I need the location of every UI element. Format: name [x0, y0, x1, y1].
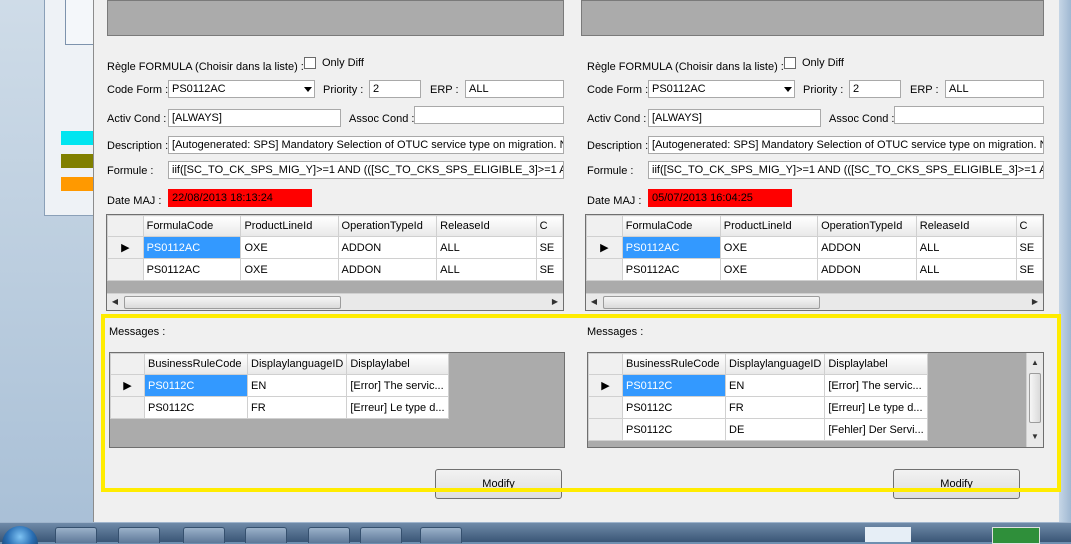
table-row[interactable]: ▶ PS0112AC OXE ADDON ALL SE	[107, 236, 563, 259]
rule-label: Règle FORMULA (Choisir dans la liste) :	[107, 61, 304, 73]
priority-label: Priority :	[803, 84, 844, 96]
code-form-combobox[interactable]: PS0112AC	[648, 80, 795, 98]
erp-field[interactable]: ALL	[945, 80, 1044, 98]
windows-start-icon[interactable]	[2, 526, 38, 544]
priority-label: Priority :	[323, 84, 364, 96]
scroll-right-icon[interactable]: ▶	[1027, 294, 1043, 310]
tray-icon[interactable]	[992, 527, 1040, 544]
col-release-id[interactable]: ReleaseId	[436, 215, 537, 237]
code-form-label: Code Form :	[587, 84, 649, 96]
date-maj-field: 05/07/2013 16:04:25	[648, 189, 792, 207]
table-row[interactable]: PS0112AC OXE ADDON ALL SE	[107, 258, 563, 281]
code-form-label: Code Form :	[107, 84, 169, 96]
only-diff-checkbox[interactable]	[784, 57, 796, 69]
formula-grid-hscrollbar[interactable]: ◀ ▶	[107, 293, 563, 310]
assoc-cond-label: Assoc Cond :	[349, 113, 415, 125]
description-label: Description :	[107, 140, 169, 152]
date-maj-field: 22/08/2013 18:13:24	[168, 189, 312, 207]
col-product-line-id[interactable]: ProductLineId	[240, 215, 339, 237]
code-form-value: PS0112AC	[172, 83, 226, 95]
scroll-thumb[interactable]	[124, 296, 341, 309]
current-row-arrow-icon: ▶	[586, 236, 623, 259]
formula-table: FormulaCode ProductLineId OperationTypeI…	[107, 215, 563, 281]
col-formula-code[interactable]: FormulaCode	[142, 215, 242, 237]
current-row-arrow-icon: ▶	[107, 236, 144, 259]
tray-icon[interactable]	[865, 527, 911, 542]
chevron-down-icon[interactable]	[304, 87, 312, 92]
description-field[interactable]: [Autogenerated: SPS] Mandatory Selection…	[168, 136, 564, 154]
code-form-combobox[interactable]: PS0112AC	[168, 80, 315, 98]
scroll-left-icon[interactable]: ◀	[107, 294, 123, 310]
activ-cond-label: Activ Cond :	[587, 113, 647, 125]
right-top-panel	[581, 0, 1044, 36]
col-product-line-id[interactable]: ProductLineId	[719, 215, 819, 237]
date-maj-label: Date MAJ :	[107, 195, 162, 207]
col-formula-code[interactable]: FormulaCode	[621, 215, 721, 237]
chevron-down-icon[interactable]	[784, 87, 792, 92]
erp-label: ERP :	[910, 84, 939, 96]
only-diff-label: Only Diff	[802, 57, 844, 69]
col-operation-type-id[interactable]: OperationTypeId	[337, 215, 438, 237]
formula-table: FormulaCode ProductLineId OperationTypeI…	[586, 215, 1043, 281]
erp-label: ERP :	[430, 84, 459, 96]
date-maj-label: Date MAJ :	[587, 195, 642, 207]
col-c[interactable]: C	[1015, 215, 1043, 237]
rule-label: Règle FORMULA (Choisir dans la liste) :	[587, 61, 784, 73]
scroll-right-icon[interactable]: ▶	[547, 294, 563, 310]
only-diff-label: Only Diff	[322, 57, 364, 69]
formula-grid[interactable]: FormulaCode ProductLineId OperationTypeI…	[585, 214, 1044, 311]
col-c[interactable]: C	[535, 215, 563, 237]
table-row[interactable]: ▶ PS0112AC OXE ADDON ALL SE	[586, 236, 1043, 259]
assoc-cond-field[interactable]	[414, 106, 564, 124]
taskbar	[0, 522, 1071, 544]
erp-field[interactable]: ALL	[465, 80, 564, 98]
table-row[interactable]: PS0112AC OXE ADDON ALL SE	[586, 258, 1043, 281]
highlight-box	[101, 314, 1061, 492]
code-form-value: PS0112AC	[652, 83, 706, 95]
scroll-left-icon[interactable]: ◀	[586, 294, 602, 310]
left-top-panel	[107, 0, 564, 36]
description-label: Description :	[587, 140, 649, 152]
col-release-id[interactable]: ReleaseId	[915, 215, 1017, 237]
formule-label: Formule :	[587, 165, 634, 177]
col-operation-type-id[interactable]: OperationTypeId	[817, 215, 917, 237]
only-diff-checkbox[interactable]	[304, 57, 316, 69]
formule-label: Formule :	[107, 165, 154, 177]
scroll-thumb[interactable]	[603, 296, 820, 309]
assoc-cond-field[interactable]	[894, 106, 1044, 124]
formula-grid-hscrollbar[interactable]: ◀ ▶	[586, 293, 1043, 310]
description-field[interactable]: [Autogenerated: SPS] Mandatory Selection…	[648, 136, 1044, 154]
formule-field[interactable]: iif([SC_TO_CK_SPS_MIG_Y]>=1 AND (([SC_TO…	[168, 161, 564, 179]
activ-cond-field[interactable]: [ALWAYS]	[168, 109, 341, 127]
activ-cond-field[interactable]: [ALWAYS]	[648, 109, 821, 127]
assoc-cond-label: Assoc Cond :	[829, 113, 895, 125]
priority-field[interactable]: 2	[849, 80, 901, 98]
priority-field[interactable]: 2	[369, 80, 421, 98]
formula-grid[interactable]: FormulaCode ProductLineId OperationTypeI…	[106, 214, 564, 311]
activ-cond-label: Activ Cond :	[107, 113, 167, 125]
formule-field[interactable]: iif([SC_TO_CK_SPS_MIG_Y]>=1 AND (([SC_TO…	[648, 161, 1044, 179]
